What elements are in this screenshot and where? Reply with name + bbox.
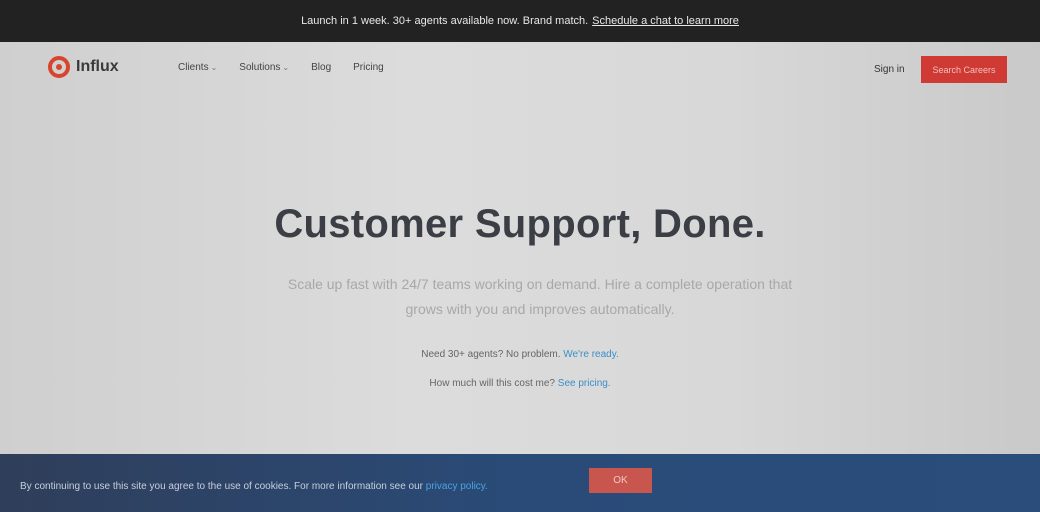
pricing-text: How much will this cost me?	[429, 378, 555, 389]
see-pricing-link[interactable]: See pricing.	[558, 378, 611, 389]
pricing-line: How much will this cost me? See pricing.	[0, 378, 1040, 389]
chevron-down-icon: ⌄	[210, 63, 218, 72]
influx-logo-icon	[48, 56, 70, 78]
brand-name: Influx	[76, 58, 119, 75]
nav-item-label: Pricing	[353, 62, 384, 73]
agents-line: Need 30+ agents? No problem. We're ready…	[0, 349, 1040, 360]
cookie-text: By continuing to use this site you agree…	[20, 481, 423, 492]
announcement-bar: Launch in 1 week. 30+ agents available n…	[0, 0, 1040, 42]
nav-item-label: Blog	[311, 62, 332, 73]
page: Launch in 1 week. 30+ agents available n…	[0, 0, 1040, 512]
cookie-banner: By continuing to use this site you agree…	[0, 454, 1040, 512]
top-nav: Influx Clients ⌄ Solutions ⌄ Blog Pricing …	[0, 42, 1040, 96]
sign-in-link[interactable]: Sign in	[874, 64, 905, 75]
search-careers-button[interactable]: Search Careers	[921, 56, 1007, 83]
announcement-text: Launch in 1 week. 30+ agents available n…	[301, 15, 589, 27]
privacy-policy-link[interactable]: privacy policy.	[426, 481, 488, 492]
nav-item-label: Clients	[178, 62, 209, 73]
nav-item-pricing[interactable]: Pricing	[353, 62, 384, 73]
nav-links: Clients ⌄ Solutions ⌄ Blog Pricing	[178, 62, 384, 73]
were-ready-link[interactable]: We're ready.	[563, 349, 618, 360]
cookie-message: By continuing to use this site you agree…	[20, 481, 488, 492]
brand-logo[interactable]: Influx	[48, 56, 119, 78]
nav-item-blog[interactable]: Blog	[311, 62, 331, 73]
nav-item-clients[interactable]: Clients ⌄	[178, 62, 217, 73]
chevron-down-icon: ⌄	[282, 63, 290, 72]
cookie-ok-button[interactable]: OK	[589, 468, 652, 493]
hero-title: Customer Support, Done.	[274, 202, 766, 246]
hero-subtitle: Scale up fast with 24/7 teams working on…	[287, 276, 793, 317]
agents-text: Need 30+ agents? No problem.	[421, 349, 561, 360]
nav-item-solutions[interactable]: Solutions ⌄	[239, 62, 289, 73]
schedule-chat-link[interactable]: Schedule a chat to learn more	[592, 15, 739, 27]
nav-item-label: Solutions	[239, 62, 281, 73]
